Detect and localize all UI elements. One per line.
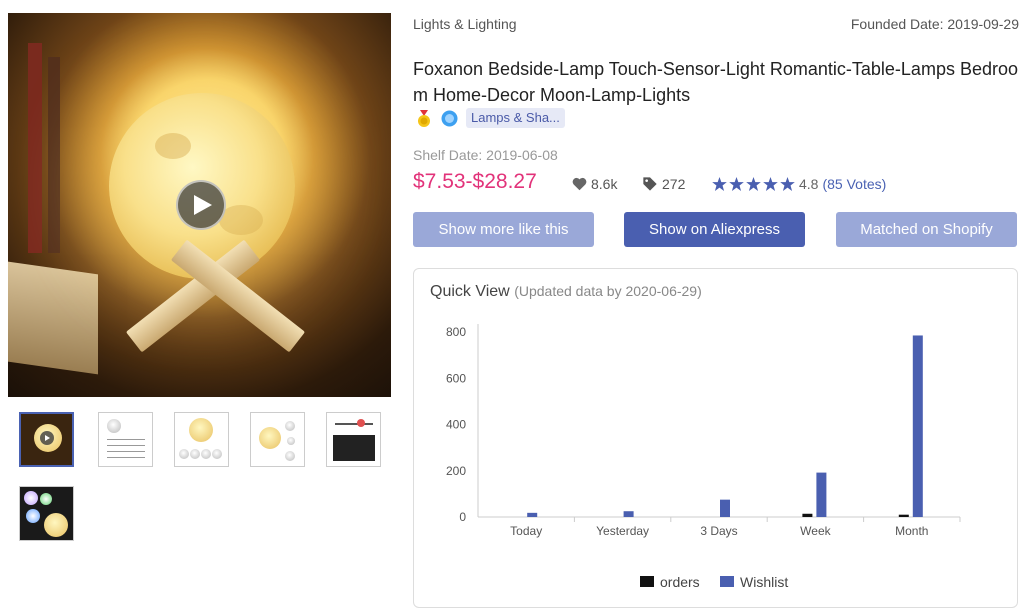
- bar-wishlist-3-days: [720, 499, 730, 517]
- likes-count: 8.6k: [591, 176, 618, 192]
- medal-icon: [418, 110, 430, 127]
- thumbnail-3[interactable]: [174, 412, 229, 467]
- category-breadcrumb[interactable]: Lights & Lighting: [413, 16, 517, 32]
- star-icon: [763, 177, 778, 191]
- thumbnail-2[interactable]: [98, 412, 153, 467]
- star-icon: [746, 177, 761, 191]
- star-icon: [712, 177, 727, 191]
- quick-view-panel: Quick View (Updated data by 2020-06-29) …: [413, 268, 1018, 608]
- show-more-like-this-button[interactable]: Show more like this: [413, 212, 594, 247]
- bar-wishlist-week: [816, 472, 827, 517]
- category-tag-chip[interactable]: Lamps & Sha...: [466, 108, 565, 128]
- bar-wishlist-yesterday: [623, 511, 634, 517]
- x-tick-label: 3 Days: [700, 524, 737, 538]
- votes-count[interactable]: (85 Votes): [822, 176, 886, 192]
- product-title: Foxanon Bedside-Lamp Touch-Sensor-Light …: [413, 59, 1018, 105]
- bar-orders-month: [898, 514, 909, 517]
- x-tick-label: Month: [895, 524, 928, 538]
- x-tick-label: Week: [800, 524, 831, 538]
- heart-icon: [572, 177, 587, 191]
- thumbnail-5[interactable]: [326, 412, 381, 467]
- x-tick-label: Today: [510, 524, 542, 538]
- open-book-decor: [8, 261, 98, 375]
- tags-count: 272: [662, 176, 686, 192]
- y-tick-label: 400: [446, 418, 466, 432]
- star-icon: [780, 177, 795, 191]
- tags-stat: 272: [642, 176, 685, 192]
- shelf-date: Shelf Date: 2019-06-08: [413, 147, 558, 163]
- quick-view-chart: 0 200 400 600 800 Today Yesterday 3 Days Week Mon…: [446, 324, 961, 590]
- price-range: $7.53-$28.27: [413, 170, 537, 193]
- book-decor: [28, 43, 42, 253]
- book-decor: [48, 57, 60, 253]
- rating-stars: 4.8 (85 Votes): [712, 176, 886, 192]
- rating-value: 4.8: [799, 176, 819, 192]
- bar-orders-week: [802, 513, 813, 517]
- star-icon: [729, 177, 744, 191]
- legend-label-wishlist: Wishlist: [740, 574, 788, 590]
- y-tick-label: 600: [446, 371, 466, 385]
- y-tick-label: 200: [446, 464, 466, 478]
- verified-badge-icon: [441, 110, 458, 127]
- bar-wishlist-month: [912, 335, 923, 517]
- play-icon: [194, 195, 212, 215]
- likes-stat: 8.6k: [572, 176, 617, 192]
- legend-swatch-wishlist: [720, 576, 734, 587]
- y-tick-label: 800: [446, 325, 466, 339]
- legend-label-orders: orders: [660, 574, 700, 590]
- thumbnail-video[interactable]: [19, 412, 74, 467]
- product-main-image[interactable]: [8, 13, 391, 397]
- x-tick-label: Yesterday: [596, 524, 649, 538]
- play-icon: [40, 431, 54, 445]
- legend-swatch-orders: [640, 576, 654, 587]
- show-on-aliexpress-button[interactable]: Show on Aliexpress: [624, 212, 805, 247]
- price-tag-icon: [643, 177, 657, 191]
- thumbnail-6[interactable]: [19, 486, 74, 541]
- thumbnail-4[interactable]: [250, 412, 305, 467]
- bar-wishlist-today: [527, 512, 538, 517]
- founded-date: Founded Date: 2019-09-29: [850, 16, 1019, 32]
- play-video-button[interactable]: [176, 180, 226, 230]
- y-tick-label: 0: [459, 510, 466, 524]
- matched-on-shopify-button[interactable]: Matched on Shopify: [836, 212, 1017, 247]
